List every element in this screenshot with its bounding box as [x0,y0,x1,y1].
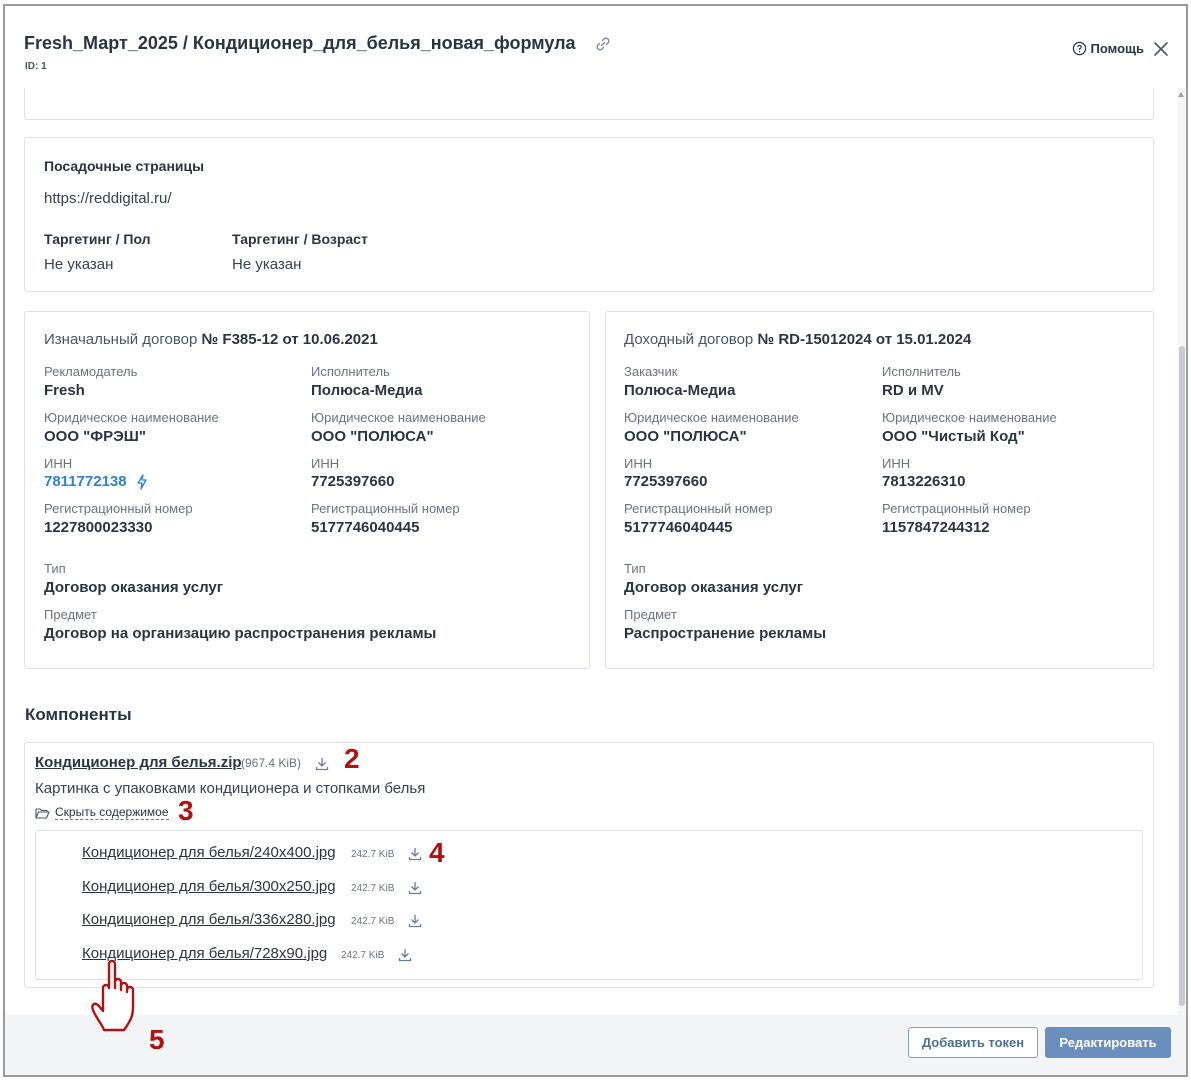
income-contract-prefix: Доходный договор [624,331,754,348]
file-size: 242.7 KiB [351,849,395,860]
download-icon[interactable] [398,948,412,962]
inn-value: 7725397660 [624,473,708,490]
income-contract-head: Доходный договор № RD-15012024 от 15.01.… [624,331,971,348]
legal-value: ООО "ПОЛЮСА" [311,428,434,445]
inn-label: ИНН [882,456,911,471]
legal-label: Юридическое наименование [44,410,219,425]
legal-label: Юридическое наименование [624,410,799,425]
reg-value: 5177746040445 [624,519,733,536]
modal-header: Fresh_Март_2025 / Кондиционер_для_белья_… [5,6,1186,88]
file-link[interactable]: Кондиционер для белья/336x280.jpg [82,911,336,928]
initial-contract-number: № F385-12 от 10.06.2021 [201,331,378,348]
executor-value: Полюса-Медиа [311,382,423,399]
type-label: Тип [44,561,66,576]
legal-value: ООО "Чистый Код" [882,428,1025,445]
age-value: Не указан [232,256,302,273]
file-size: 242.7 KiB [341,950,385,961]
landing-title: Посадочные страницы [44,158,205,174]
advertiser-label: Рекламодатель [44,364,138,379]
type-label: Тип [624,561,646,576]
legal-value: ООО "ПОЛЮСА" [624,428,747,445]
executor-value: RD и MV [882,382,944,399]
scroll-up-arrow-icon[interactable] [1178,92,1184,97]
scrollbar-thumb[interactable] [1179,346,1185,1006]
record-id: ID: 1 [25,61,47,72]
subject-value: Договор на организацию распространения р… [44,625,437,642]
inn-value: 7813226310 [882,473,966,490]
archive-link[interactable]: Кондиционер для белья.zip [35,754,242,771]
legal-label: Юридическое наименование [882,410,1057,425]
cut-off-text: . . . . . . . . . . . . . . . . . . . . … [45,90,635,96]
help-label: Помощь [1090,41,1144,56]
annotation-marker: 5 [149,1024,165,1055]
type-value: Договор оказания услуг [624,579,803,596]
income-contract-number: № RD-15012024 от 15.01.2024 [757,331,972,348]
link-icon[interactable] [595,36,611,52]
file-size: 242.7 KiB [351,883,395,894]
reg-label: Регистрационный номер [44,501,193,516]
reg-label: Регистрационный номер [311,501,460,516]
inn-link[interactable]: 7811772138 [44,473,127,490]
subject-value: Распространение рекламы [624,625,827,642]
income-contract-card [605,311,1154,669]
file-size: 242.7 KiB [351,916,395,927]
edit-button[interactable]: Редактировать [1045,1027,1171,1058]
folder-open-icon [35,807,50,819]
file-link[interactable]: Кондиционер для белья/240x400.jpg [82,844,336,861]
hide-contents-label[interactable]: Скрыть содержимое [55,805,169,820]
close-icon[interactable] [1152,40,1170,58]
inn-label: ИНН [624,456,653,471]
download-icon[interactable] [408,881,422,895]
legal-value: ООО "ФРЭШ" [44,428,146,445]
modal-window: . . . . . . . . . . . . . . . . . . . . … [3,4,1188,1077]
annotation-marker: 2 [344,743,360,774]
advertiser-value: Fresh [44,382,85,399]
download-icon[interactable] [408,847,422,861]
help-icon [1072,41,1086,56]
age-label: Таргетинг / Возраст [232,231,368,247]
inn-value: 7725397660 [311,473,395,490]
pointer-hand-icon [91,959,135,1032]
add-token-button[interactable]: Добавить токен [908,1027,1038,1058]
reg-value: 1227800023330 [44,519,153,536]
type-value: Договор оказания услуг [44,579,223,596]
customer-label: Заказчик [624,364,678,379]
executor-label: Исполнитель [311,364,390,379]
file-link[interactable]: Кондиционер для белья/300x250.jpg [82,878,336,895]
download-icon[interactable] [315,757,329,771]
annotation-marker: 4 [429,837,445,868]
reg-label: Регистрационный номер [624,501,773,516]
landing-url[interactable]: https://reddigital.ru/ [44,190,172,207]
inn-label: ИНН [311,456,340,471]
help-button[interactable]: Помощь [1072,41,1144,56]
subject-label: Предмет [44,607,97,622]
hide-contents-toggle[interactable]: Скрыть содержимое [35,805,169,820]
page-title: Fresh_Март_2025 / Кондиционер_для_белья_… [24,33,576,53]
reg-value: 1157847244312 [882,519,990,536]
gender-value: Не указан [44,256,114,273]
reg-label: Регистрационный номер [882,501,1031,516]
archive-size: (967.4 KiB) [241,756,302,770]
customer-value: Полюса-Медиа [624,382,736,399]
gender-label: Таргетинг / Пол [44,231,151,247]
component-description: Картинка с упаковками кондиционера и сто… [35,780,426,797]
annotation-marker: 3 [178,795,194,826]
legal-label: Юридическое наименование [311,410,486,425]
initial-contract-head: Изначальный договор № F385-12 от 10.06.2… [44,331,378,348]
lightning-icon[interactable] [136,474,148,490]
download-icon[interactable] [408,914,422,928]
executor-label: Исполнитель [882,364,961,379]
reg-value: 5177746040445 [311,519,420,536]
components-title: Компоненты [25,705,132,724]
inn-label: ИНН [44,456,73,471]
initial-contract-prefix: Изначальный договор [44,331,198,348]
subject-label: Предмет [624,607,677,622]
